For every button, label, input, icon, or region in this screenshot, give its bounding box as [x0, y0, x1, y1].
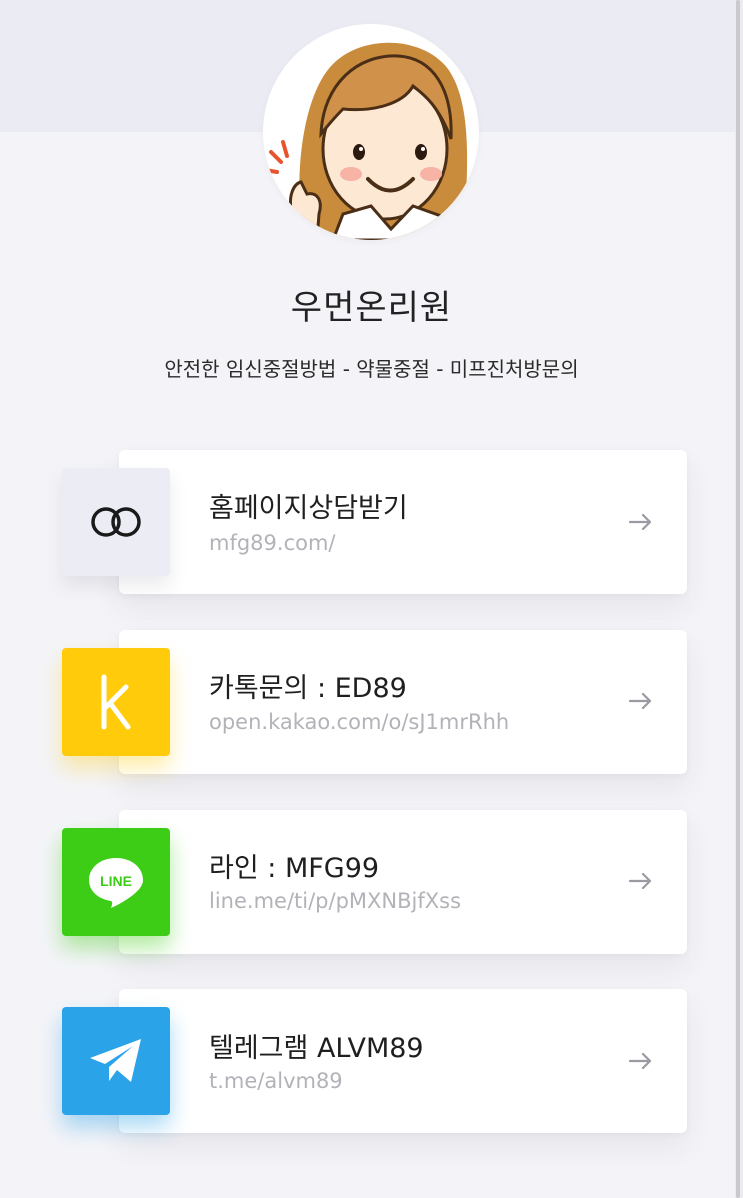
kakaotalk-link-url: open.kakao.com/o/sJ1mrRhh — [209, 710, 510, 734]
profile-avatar — [263, 24, 479, 240]
kakaotalk-link-title[interactable]: 카톡문의 : ED89 — [209, 666, 407, 705]
line-link-url: line.me/ti/p/pMXNBjfXss — [209, 889, 462, 913]
arrow-right-icon — [628, 872, 652, 890]
arrow-right-icon — [628, 1052, 652, 1070]
arrow-right-icon — [628, 513, 652, 531]
homepage-link-url: mfg89.com/ — [209, 531, 336, 555]
telegram-icon — [62, 1007, 170, 1115]
link-rings-icon — [62, 468, 170, 576]
cartoon-doctor-illustration — [263, 42, 468, 240]
line-icon: LINE — [62, 828, 170, 936]
line-link-card[interactable] — [119, 810, 687, 954]
arrow-right-icon — [628, 692, 652, 710]
line-link-title[interactable]: 라인 : MFG99 — [209, 846, 379, 885]
homepage-link-title[interactable]: 홈페이지상담받기 — [209, 486, 408, 525]
profile-description: 안전한 임신중절방법 - 약물중절 - 미프진처방문의 — [164, 357, 579, 381]
telegram-link-url: t.me/alvm89 — [209, 1069, 343, 1093]
kakaotalk-icon — [62, 648, 170, 756]
telegram-link-title[interactable]: 텔레그램 ALVM89 — [209, 1026, 424, 1065]
scrollbar-thumb[interactable] — [736, 0, 740, 1198]
profile-name: 우먼온리원 — [290, 288, 453, 328]
line-logo-text: LINE — [100, 873, 132, 889]
